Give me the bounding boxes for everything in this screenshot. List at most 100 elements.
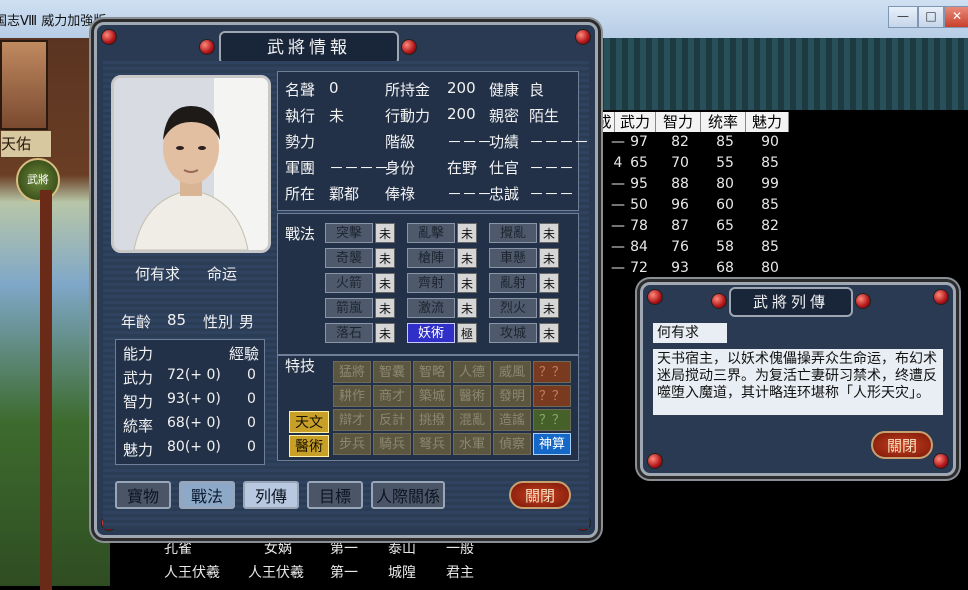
table-cell: 人王伏羲 [164,565,220,581]
table-header[interactable]: 智力 [656,112,701,132]
trait-cell[interactable]: 造謠 [493,409,531,431]
maximize-button[interactable]: □ [918,6,944,28]
tactic-button[interactable]: 突擊 [325,223,373,243]
trait-cell[interactable]: ？？ [533,409,571,431]
trait-cell[interactable]: 騎兵 [373,433,411,455]
tactic-mark: 未 [375,323,395,343]
field-label: 親密 [489,107,520,125]
trait-cell[interactable]: 發明 [493,385,531,407]
trait-cell[interactable]: 混亂 [453,409,491,431]
background-general-button[interactable]: 武將 [16,158,60,202]
bio-close-button[interactable]: 關閉 [871,431,933,459]
trait-medicine[interactable]: 醫術 [289,435,329,457]
tactic-button[interactable]: 車懸 [489,248,537,268]
close-button[interactable]: 關閉 [509,481,571,509]
tab-relationships[interactable]: 人際關係 [371,481,445,509]
background-name: 天佑 [1,135,32,153]
tactic-button[interactable]: 攻城 [489,323,537,343]
corner-gem-icon [933,289,949,305]
table-cell: 70 [671,155,689,171]
field-label: 階級 [385,133,416,151]
table-header[interactable]: 武力 [615,112,656,132]
table-cell: 君主 [446,565,474,581]
tactic-button[interactable]: 箭嵐 [325,298,373,318]
trait-cell[interactable]: 步兵 [333,433,371,455]
minimize-button[interactable]: — [888,6,918,28]
field-label: 軍團 [285,159,316,177]
biography-dialog: 武將列傳 何有求 天书宿主，以妖术傀儡操弄众生命运，布幻术迷局搅动三界。为复活亡… [640,282,956,476]
tactic-button[interactable]: 落石 [325,323,373,343]
table-cell: 80 [761,260,779,276]
trait-cell[interactable]: 築城 [413,385,451,407]
table-header[interactable]: 统率 [701,112,746,132]
trait-cell[interactable]: 水軍 [453,433,491,455]
table-cell: 人王伏羲 [248,565,304,581]
ability-label: 統率 [123,417,154,435]
title-gem-icon [855,293,871,309]
tab-objective[interactable]: 目標 [307,481,363,509]
tactic-button[interactable]: 齊射 [407,273,455,293]
tactic-button[interactable]: 槍陣 [407,248,455,268]
trait-cell[interactable]: 智略 [413,361,451,383]
trait-astronomy[interactable]: 天文 [289,411,329,433]
table-cell: 85 [761,239,779,255]
table-cell: 一般 [446,541,474,557]
tactic-mark: 未 [539,248,559,268]
trait-cell[interactable]: 神算 [533,433,571,455]
field-value: 200 [447,79,476,97]
table-header[interactable]: 魅力 [746,112,789,132]
bio-title: 武將列傳 [729,287,853,317]
table-cell: 85 [716,134,734,150]
trait-cell[interactable]: 商才 [373,385,411,407]
field-label: 行動力 [385,107,431,125]
ability-exp: 0 [247,439,256,455]
tactic-button[interactable]: 妖術 [407,323,455,343]
tactic-button[interactable]: 攪亂 [489,223,537,243]
portrait-figure-icon [114,78,268,250]
tactic-button[interactable]: 激流 [407,298,455,318]
tactic-button[interactable]: 烈火 [489,298,537,318]
trait-cell[interactable]: ？？ [533,361,571,383]
trait-cell[interactable]: 耕作 [333,385,371,407]
age-label: 年齡 [121,313,152,331]
field-value: －－－ [529,185,575,203]
trait-cell[interactable]: 威風 [493,361,531,383]
gender-value: 男 [239,313,255,331]
tactic-button[interactable]: 火箭 [325,273,373,293]
tactic-mark: 未 [457,273,477,293]
tab-treasure[interactable]: 寶物 [115,481,171,509]
window-title: 国志Ⅷ 威力加強版 [0,14,107,29]
field-label: 名聲 [285,81,316,99]
officer-info-dialog: 武將情報 何有求 命运 年齡 85 性別 男 能力 經驗 武力 72(+ 0) 0 智… [94,22,598,538]
trait-cell[interactable]: 挑撥 [413,409,451,431]
window-close-button[interactable]: ✕ [944,6,968,28]
tactic-button[interactable]: 亂射 [489,273,537,293]
background-bottom-row: 孔雀 女娲 第一 泰山 一般 [164,538,564,558]
officer-name: 何有求 [135,265,181,283]
tactic-mark: 未 [375,248,395,268]
tactic-mark: 未 [375,223,395,243]
abilities-header: 能力 [123,345,154,363]
trait-cell[interactable]: 弩兵 [413,433,451,455]
tab-tactics[interactable]: 戰法 [179,481,235,509]
field-value: －－－ [529,159,575,177]
trait-cell[interactable]: 偵察 [493,433,531,455]
tactic-mark: 未 [539,223,559,243]
age-value: 85 [167,311,187,329]
trait-cell[interactable]: 醫術 [453,385,491,407]
trait-cell[interactable]: 智囊 [373,361,411,383]
tactic-button[interactable]: 亂擊 [407,223,455,243]
bio-text: 天书宿主，以妖术傀儡操弄众生命运，布幻术迷局搅动三界。为复活亡妻研习禁术，终遭反… [653,349,943,415]
trait-cell[interactable]: 辯才 [333,409,371,431]
ability-value: 80(+ 0) [167,439,221,455]
trait-cell[interactable]: 猛將 [333,361,371,383]
trait-cell[interactable]: 人德 [453,361,491,383]
ability-exp: 0 [247,415,256,431]
tab-biography[interactable]: 列傳 [243,481,299,509]
table-cell: 82 [671,134,689,150]
background-bottom-row: 人王伏羲 人王伏羲 第一 城隍 君主 [164,562,564,582]
trait-cell[interactable]: 反計 [373,409,411,431]
tactic-button[interactable]: 奇襲 [325,248,373,268]
trait-cell[interactable]: ？？ [533,385,571,407]
dialog-title: 武將情報 [219,31,399,65]
